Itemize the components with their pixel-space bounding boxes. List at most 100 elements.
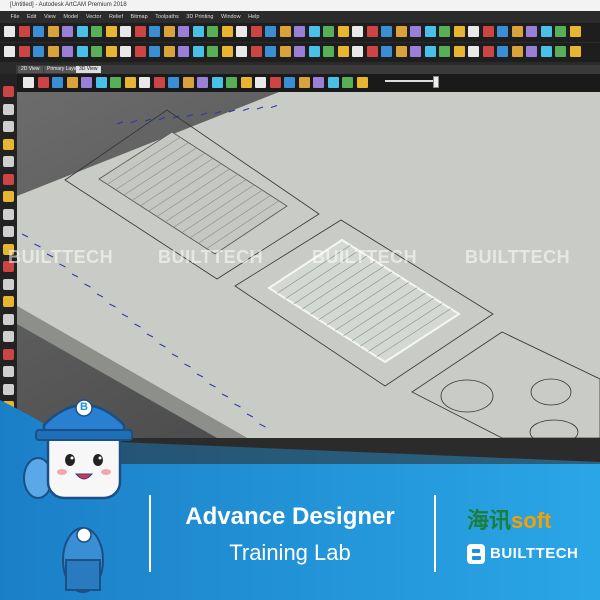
toolbar-tool-icon[interactable]	[323, 26, 334, 37]
color-swatch[interactable]	[174, 445, 185, 456]
toolbar-tool-icon[interactable]	[91, 26, 102, 37]
toolbar-tool-icon[interactable]	[395, 46, 407, 57]
toolbar-tool-icon[interactable]	[134, 46, 146, 57]
toolbar-tool-icon[interactable]	[105, 46, 117, 57]
toolbar-tool-icon[interactable]	[439, 26, 450, 37]
toolbar-tool-icon[interactable]	[178, 26, 189, 37]
toolbar-tool-icon[interactable]	[308, 46, 320, 57]
toolbar-tool-icon[interactable]	[555, 26, 566, 37]
toolbar-tool-icon[interactable]	[323, 46, 334, 57]
toolbar-tool-icon[interactable]	[453, 26, 465, 37]
toolbar-tool-icon[interactable]	[76, 26, 88, 37]
toolbar-tool-icon[interactable]	[410, 46, 421, 57]
color-swatch[interactable]	[160, 445, 171, 456]
toolbar-tool-icon[interactable]	[250, 26, 262, 37]
toolbar-tool-icon[interactable]	[468, 26, 479, 37]
toolbar-tool-icon[interactable]	[221, 26, 233, 37]
menu-bitmap[interactable]: Bitmap	[128, 11, 151, 23]
color-swatch[interactable]	[118, 445, 129, 456]
toolbar-tool-icon[interactable]	[120, 46, 131, 57]
toolbar-tool-icon[interactable]	[468, 46, 479, 57]
toolbar-tool-icon[interactable]	[497, 46, 508, 57]
left-tool-icon[interactable]	[3, 156, 14, 167]
toolbar-tool-icon[interactable]	[497, 26, 508, 37]
toolbar-tool-icon[interactable]	[352, 46, 363, 57]
menu-window[interactable]: Window	[218, 11, 244, 23]
toolbar-tool-icon[interactable]	[555, 46, 566, 57]
toolbar-tool-icon[interactable]	[279, 46, 291, 57]
toolbar-tool-icon[interactable]	[47, 26, 59, 37]
left-tool-icon[interactable]	[3, 191, 14, 202]
left-tool-icon[interactable]	[3, 121, 14, 132]
menu-toolpaths[interactable]: Toolpaths	[152, 11, 182, 23]
toolbar-tool-icon[interactable]	[540, 26, 552, 37]
toolbar-tool-icon[interactable]	[192, 46, 204, 57]
toolbar-tool-icon[interactable]	[4, 46, 15, 57]
color-swatch[interactable]	[146, 445, 157, 456]
left-tool-icon[interactable]	[3, 296, 14, 307]
menu-file[interactable]: File	[8, 11, 23, 23]
toolbar-tool-icon[interactable]	[294, 26, 305, 37]
menu-help[interactable]: Help	[245, 11, 262, 23]
toolbar-tool-icon[interactable]	[308, 26, 320, 37]
toolbar-tool-icon[interactable]	[207, 26, 218, 37]
toolbar-tool-icon[interactable]	[410, 26, 421, 37]
menu-3d-printing[interactable]: 3D Printing	[183, 11, 216, 23]
toolbar-tool-icon[interactable]	[511, 46, 523, 57]
toolbar-tool-icon[interactable]	[526, 26, 537, 37]
left-tool-icon[interactable]	[3, 401, 14, 412]
toolbar-tool-icon[interactable]	[424, 26, 436, 37]
toolbar-tool-icon[interactable]	[453, 46, 465, 57]
toolbar-tool-icon[interactable]	[265, 46, 276, 57]
toolbar-tool-icon[interactable]	[105, 26, 117, 37]
toolbar-tool-icon[interactable]	[439, 46, 450, 57]
left-tool-icon[interactable]	[3, 173, 14, 185]
left-tool-icon[interactable]	[3, 383, 14, 395]
toolbar-tool-icon[interactable]	[47, 46, 59, 57]
toolbar-tool-icon[interactable]	[163, 46, 175, 57]
toolbar-tool-icon[interactable]	[18, 46, 30, 57]
toolbar-tool-icon[interactable]	[18, 26, 30, 37]
toolbar-tool-icon[interactable]	[91, 46, 102, 57]
toolbar-tool-icon[interactable]	[381, 26, 392, 37]
toolbar-tool-icon[interactable]	[236, 46, 247, 57]
left-tool-icon[interactable]	[3, 226, 14, 237]
left-tool-icon[interactable]	[3, 138, 14, 150]
toolbar-tool-icon[interactable]	[366, 26, 378, 37]
menu-edit[interactable]: Edit	[24, 11, 39, 23]
toolbar-tool-icon[interactable]	[540, 46, 552, 57]
toolbar-tool-icon[interactable]	[424, 46, 436, 57]
menu-view[interactable]: View	[41, 11, 59, 23]
left-tool-icon[interactable]	[3, 278, 14, 290]
left-tool-icon[interactable]	[3, 418, 14, 430]
left-tool-icon[interactable]	[3, 313, 14, 325]
toolbar-tool-icon[interactable]	[134, 26, 146, 37]
menu-relief[interactable]: Relief	[106, 11, 126, 23]
color-swatch[interactable]	[132, 445, 143, 456]
toolbar-tool-icon[interactable]	[62, 26, 73, 37]
toolbar-tool-icon[interactable]	[279, 26, 291, 37]
toolbar-tool-icon[interactable]	[163, 26, 175, 37]
toolbar-tool-icon[interactable]	[352, 26, 363, 37]
toolbar-tool-icon[interactable]	[221, 46, 233, 57]
toolbar-tool-icon[interactable]	[569, 46, 581, 57]
toolbar-tool-icon[interactable]	[482, 26, 494, 37]
left-tool-icon[interactable]	[3, 208, 14, 220]
left-tool-icon[interactable]	[3, 86, 14, 97]
menu-vector[interactable]: Vector	[83, 11, 105, 23]
left-tool-icon[interactable]	[3, 103, 14, 115]
toolbar-tool-icon[interactable]	[192, 26, 204, 37]
toolbar-tool-icon[interactable]	[149, 46, 160, 57]
left-tool-icon[interactable]	[3, 348, 14, 360]
toolbar-tool-icon[interactable]	[207, 46, 218, 57]
toolbar-tool-icon[interactable]	[120, 26, 131, 37]
left-tool-icon[interactable]	[3, 366, 14, 377]
toolbar-tool-icon[interactable]	[569, 26, 581, 37]
toolbar-tool-icon[interactable]	[337, 26, 349, 37]
toolbar-tool-icon[interactable]	[76, 46, 88, 57]
toolbar-tool-icon[interactable]	[149, 26, 160, 37]
toolbar-tool-icon[interactable]	[33, 26, 44, 37]
toolbar-tool-icon[interactable]	[236, 26, 247, 37]
toolbar-tool-icon[interactable]	[366, 46, 378, 57]
toolbar-tool-icon[interactable]	[526, 46, 537, 57]
